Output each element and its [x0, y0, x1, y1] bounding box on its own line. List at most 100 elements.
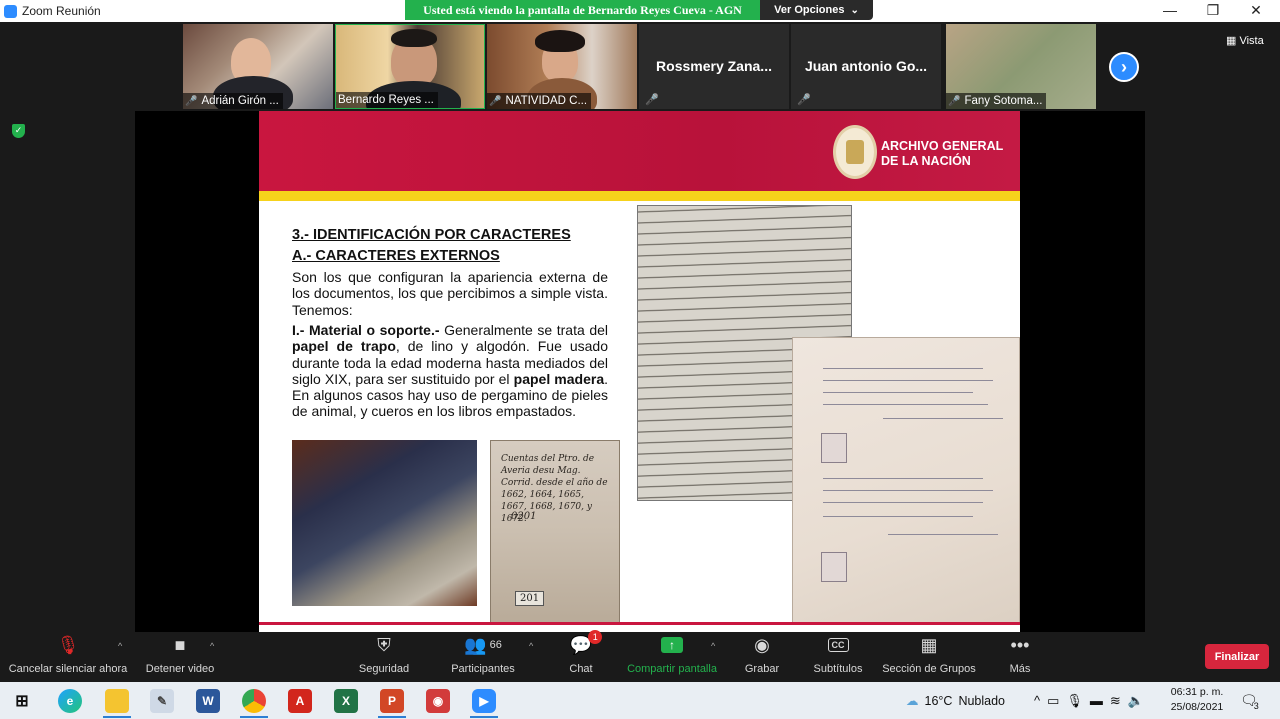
- windows-taskbar: ⊞ e ✎ W A X P ◉ ▶ ☁ 16°C Nublado ^ ▭ 🎙 ▬ ≋ 🔈 …: [0, 682, 1280, 719]
- unmute-button[interactable]: 🎙 Cancelar silenciar ahora: [8, 632, 128, 682]
- weather-temp: 16°C: [924, 693, 953, 708]
- shield-icon: ⛨: [377, 634, 391, 655]
- record-icon: ◉: [754, 634, 770, 655]
- security-shield-icon[interactable]: ✓: [12, 124, 25, 138]
- active-indicator: [378, 716, 406, 718]
- chat-badge: 1: [588, 630, 603, 644]
- stamp-icon: [821, 552, 847, 582]
- participants-count: 66: [489, 639, 502, 651]
- view-switch-button[interactable]: ▦ Vista: [1226, 34, 1264, 47]
- file-explorer-icon[interactable]: [105, 689, 129, 713]
- participant-tile-active-speaker[interactable]: Bernardo Reyes ...: [335, 24, 485, 109]
- breakout-rooms-button[interactable]: ▦ Sección de Grupos: [880, 632, 978, 682]
- stamped-document-photo: [792, 337, 1020, 624]
- stamp-icon: [821, 433, 847, 463]
- more-button[interactable]: ••• Más: [1004, 632, 1036, 682]
- participant-tile[interactable]: Rossmery Zana... 🎤: [639, 24, 789, 109]
- presentation-slide: ARCHIVO GENERAL DE LA NACIÓN 3.- IDENTIF…: [259, 111, 1020, 632]
- acrobat-icon[interactable]: A: [288, 689, 312, 713]
- security-button[interactable]: ⛨ Seguridad: [355, 632, 413, 682]
- more-dots-icon: •••: [1010, 634, 1030, 655]
- participant-tile[interactable]: 🎤 Fany Sotoma...: [946, 24, 1096, 109]
- notification-count: 3: [1253, 700, 1259, 711]
- participant-name: 🎤 Fany Sotoma...: [946, 93, 1047, 109]
- share-arrow-icon: ↑: [661, 637, 683, 653]
- maximize-button[interactable]: ❐: [1193, 0, 1233, 20]
- participants-button[interactable]: 👥 66 Participantes: [448, 632, 518, 682]
- mic-muted-icon: 🎙: [56, 634, 80, 655]
- end-meeting-button[interactable]: Finalizar: [1205, 644, 1269, 669]
- screen-recorder-icon[interactable]: ◉: [426, 689, 450, 713]
- active-indicator: [470, 716, 498, 718]
- mic-muted-icon: 🎤: [489, 95, 502, 107]
- video-camera-icon: ■: [174, 634, 186, 655]
- chevron-right-icon: ›: [1121, 56, 1127, 77]
- audio-options-caret[interactable]: ^: [118, 641, 122, 651]
- shared-screen: ARCHIVO GENERAL DE LA NACIÓN 3.- IDENTIF…: [135, 111, 1145, 632]
- tool-icon[interactable]: ✎: [150, 689, 174, 713]
- signature-line: [883, 418, 1003, 419]
- ledger-cover-photo: Cuentas del Ptro. de Averia desu Mag. Co…: [490, 440, 620, 623]
- participants-options-caret[interactable]: ^: [529, 641, 533, 651]
- handwriting-line: [823, 404, 988, 405]
- slide-heading-1: 3.- IDENTIFICACIÓN POR CARACTERES: [292, 227, 571, 243]
- participant-tile[interactable]: 🎤 Adrián Girón ...: [183, 24, 333, 109]
- cover-tag: 201: [515, 591, 545, 606]
- view-options-button[interactable]: Ver Opciones ⌄: [760, 0, 873, 20]
- handwriting-line: [823, 516, 973, 517]
- video-options-caret[interactable]: ^: [210, 641, 214, 651]
- powerpoint-icon[interactable]: P: [380, 689, 404, 713]
- close-button[interactable]: ✕: [1236, 0, 1276, 20]
- weather-widget[interactable]: ☁ 16°C Nublado: [906, 682, 1005, 719]
- record-button[interactable]: ◉ Grabar: [742, 632, 782, 682]
- subtitles-button[interactable]: CC Subtítulos: [810, 632, 866, 682]
- handwriting-line: [823, 502, 983, 503]
- signature-line: [888, 534, 998, 535]
- excel-icon[interactable]: X: [334, 689, 358, 713]
- handwriting-line: [823, 392, 973, 393]
- zoom-taskbar-icon[interactable]: ▶: [472, 689, 496, 713]
- old-book-photo: [292, 440, 477, 606]
- slide-paragraph-2: I.- Material o soporte.- Generalmente se…: [292, 322, 609, 420]
- participant-name: Rossmery Zana...: [656, 58, 772, 74]
- edge-icon[interactable]: e: [58, 689, 82, 713]
- chrome-icon[interactable]: [242, 689, 266, 713]
- participant-hair: [535, 30, 585, 52]
- agn-seal-logo: [833, 125, 877, 179]
- meeting-toolbar: 🎙 Cancelar silenciar ahora ^ ■ Detener v…: [0, 630, 1280, 682]
- grid-icon: ▦: [1226, 35, 1240, 47]
- volume-icon: 🔈: [1127, 692, 1152, 708]
- windows-start-icon[interactable]: ⊞: [10, 689, 34, 713]
- agn-logo-text: ARCHIVO GENERAL DE LA NACIÓN: [881, 139, 1004, 168]
- chat-button[interactable]: 💬 1 Chat: [562, 630, 603, 682]
- view-options-label: Ver Opciones: [774, 4, 845, 16]
- system-tray[interactable]: ^ ▭ 🎙 ▬ ≋ 🔈: [1034, 682, 1151, 719]
- zoom-window: Zoom Reunión Usted está viendo la pantal…: [0, 0, 1280, 719]
- word-icon[interactable]: W: [196, 689, 220, 713]
- notifications-button[interactable]: 🗨 3: [1240, 682, 1259, 719]
- slide-paragraph-1: Son los que configuran la apariencia ext…: [292, 269, 608, 318]
- handwriting-line: [823, 368, 983, 369]
- participant-name: 🎤 NATIVIDAD C...: [487, 93, 592, 109]
- mic-muted-icon: 🎤: [645, 94, 659, 106]
- meeting-area: 🎤 Adrián Girón ... Bernardo Reyes ... 🎤 NA…: [0, 22, 1280, 632]
- share-screen-button[interactable]: ↑ Compartir pantalla: [624, 632, 720, 682]
- slide-heading-2: A.- CARACTERES EXTERNOS: [292, 248, 500, 264]
- weather-desc: Nublado: [958, 693, 1006, 708]
- zoom-app-icon: [4, 4, 17, 18]
- minimize-button[interactable]: —: [1150, 0, 1190, 20]
- participant-tile[interactable]: Juan antonio Go... 🎤: [791, 24, 941, 109]
- stop-video-button[interactable]: ■ Detener video: [144, 632, 216, 682]
- system-clock[interactable]: 06:31 p. m. 25/08/2021: [1162, 685, 1232, 715]
- active-indicator: [103, 716, 131, 718]
- microphone-icon: 🎙: [1066, 692, 1090, 708]
- handwriting-line: [823, 490, 993, 491]
- next-page-button[interactable]: ›: [1109, 52, 1139, 82]
- battery-icon: ▬: [1089, 693, 1110, 708]
- share-options-caret[interactable]: ^: [711, 641, 715, 651]
- active-indicator: [240, 716, 268, 718]
- participant-tile[interactable]: 🎤 NATIVIDAD C...: [487, 24, 637, 109]
- mic-muted-icon: 🎤: [797, 94, 811, 106]
- meet-now-icon: ▭: [1047, 692, 1067, 708]
- grid-icon: ▦: [920, 634, 938, 655]
